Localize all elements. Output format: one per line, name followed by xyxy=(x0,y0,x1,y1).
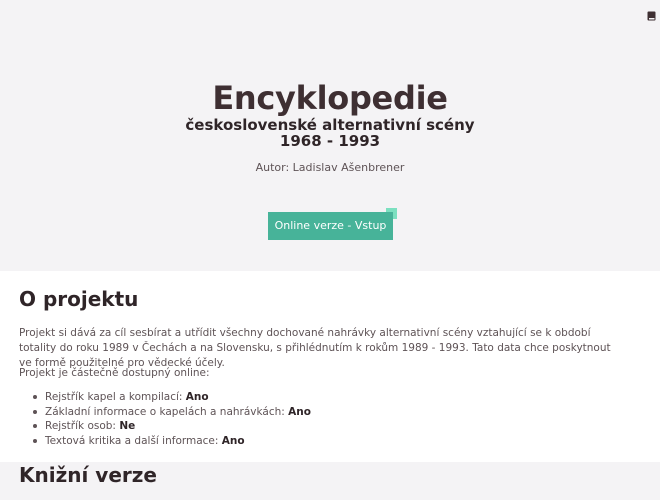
feature-value: Ano xyxy=(288,405,311,418)
feature-value: Ne xyxy=(119,420,136,432)
list-item: Textová kritika a další informace: Ano xyxy=(33,434,311,449)
bullet-icon xyxy=(33,395,37,399)
list-item: Základní informace o kapelách a nahrávká… xyxy=(33,405,311,420)
bullet-icon xyxy=(33,409,37,414)
online-version-button[interactable]: Online verze - Vstup xyxy=(268,212,393,240)
about-heading: O projektu xyxy=(19,287,139,311)
author-text: Autor: Ladislav Ašenbrener xyxy=(255,161,405,174)
feature-value: Ano xyxy=(185,391,209,403)
book-heading: Knižní verze xyxy=(19,463,157,487)
feature-label: Základní informace o kapelách a nahrávká… xyxy=(45,405,285,418)
bullet-icon xyxy=(33,424,37,428)
feature-list: Rejstřík kapel a kompilací: Ano Základní… xyxy=(33,390,311,449)
feature-label: Rejstřík kapel a kompilací: xyxy=(45,391,183,403)
feature-label: Textová kritika a další informace: xyxy=(45,434,219,447)
page-title: Encyklopedie xyxy=(212,79,448,117)
feature-value: Ano xyxy=(221,434,245,447)
availability-intro: Projekt je částečně dostupný online: xyxy=(19,367,210,379)
feature-label: Rejstřík osob: xyxy=(45,420,116,432)
list-item: Rejstřík osob: Ne xyxy=(33,419,311,434)
bullet-icon xyxy=(33,438,37,443)
year-range: 1968 - 1993 xyxy=(279,132,381,150)
about-paragraph: Projekt si dává za cíl sesbírat a utřídi… xyxy=(19,327,611,369)
list-item: Rejstřík kapel a kompilací: Ano xyxy=(33,390,311,405)
book-icon[interactable] xyxy=(647,11,656,21)
